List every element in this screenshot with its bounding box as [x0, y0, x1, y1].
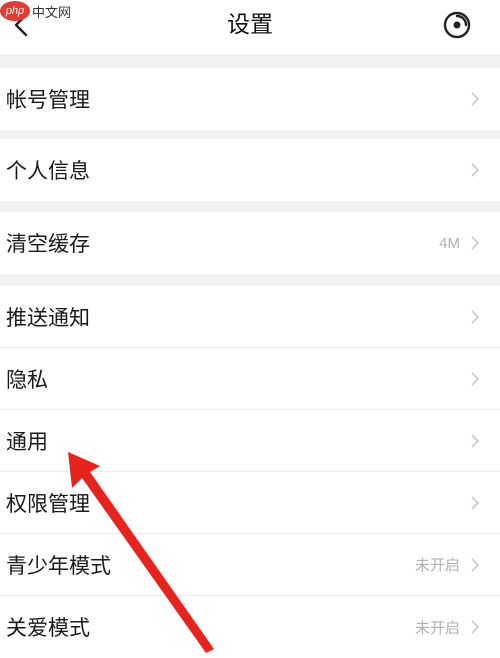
watermark-logo: php: [0, 1, 30, 21]
group-profile: 个人信息: [0, 139, 500, 201]
row-label: 帐号管理: [6, 88, 90, 112]
row-label: 清空缓存: [6, 232, 90, 256]
chevron-right-icon: [471, 496, 480, 510]
teen-mode-status: 未开启: [414, 557, 460, 574]
row-label: 关爱模式: [6, 616, 90, 640]
row-personal-info[interactable]: 个人信息: [0, 139, 500, 201]
watermark: php 中文网: [0, 0, 88, 22]
chevron-right-icon: [471, 310, 480, 324]
row-label: 通用: [6, 429, 48, 454]
group-settings: 推送通知 隐私 通用 权限管理 青少年模式 未开启 关爱模式 未开启: [0, 286, 500, 658]
care-mode-status: 未开启: [414, 619, 460, 637]
chevron-right-icon: [471, 620, 480, 634]
row-general[interactable]: 通用: [0, 410, 500, 472]
row-teen-mode[interactable]: 青少年模式 未开启: [0, 534, 500, 596]
row-label: 推送通知: [6, 305, 90, 330]
target-circle-icon: [443, 11, 471, 39]
chevron-right-icon: [471, 92, 480, 106]
chevron-right-icon: [471, 558, 480, 572]
group-cache: 清空缓存 4M: [0, 212, 500, 274]
row-label: 个人信息: [6, 159, 90, 183]
row-push-notifications[interactable]: 推送通知: [0, 286, 500, 348]
row-account-management[interactable]: 帐号管理: [0, 68, 500, 130]
row-label: 权限管理: [6, 491, 90, 516]
row-label: 隐私: [6, 367, 48, 392]
group-account: 帐号管理: [0, 68, 500, 130]
watermark-text: 中文网: [32, 5, 72, 21]
row-care-mode[interactable]: 关爱模式 未开启: [0, 596, 500, 658]
chevron-right-icon: [471, 434, 480, 448]
row-clear-cache[interactable]: 清空缓存 4M: [0, 212, 500, 274]
chevron-right-icon: [471, 236, 480, 250]
row-privacy[interactable]: 隐私: [0, 348, 500, 410]
target-button[interactable]: [442, 10, 472, 40]
cache-size-value: 4M: [439, 234, 460, 252]
chevron-right-icon: [471, 163, 480, 177]
row-permissions[interactable]: 权限管理: [0, 472, 500, 534]
row-label: 青少年模式: [6, 553, 111, 578]
chevron-right-icon: [471, 372, 480, 386]
